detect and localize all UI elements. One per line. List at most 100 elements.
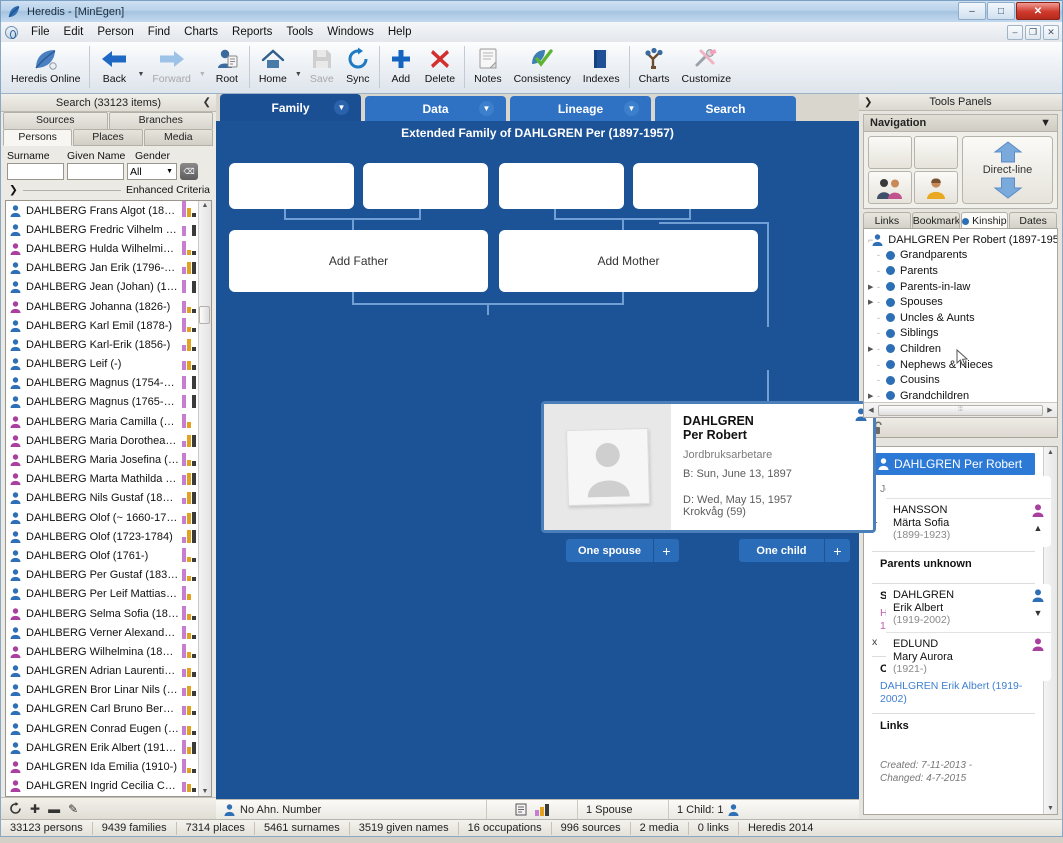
toolbar-root[interactable]: Root [208, 44, 246, 87]
chevron-down-icon[interactable]: ▼ [334, 100, 349, 115]
tab-kinship[interactable]: Kinship [960, 212, 1009, 228]
arrow-down-icon[interactable] [991, 177, 1025, 199]
nav-child-cell[interactable] [914, 171, 958, 204]
minimize-button[interactable]: – [958, 2, 986, 20]
child-expand-icon[interactable]: ▼ [1034, 608, 1043, 618]
arrow-up-icon[interactable] [991, 141, 1025, 163]
scroll-left-icon[interactable]: ◀ [864, 406, 878, 414]
person-list-item[interactable]: DAHLBERG Per Gustaf (1832-) [6, 566, 198, 585]
person-photo-area[interactable] [544, 404, 671, 530]
refresh-icon[interactable] [9, 802, 22, 815]
add-father-box[interactable]: Add Father [229, 230, 488, 292]
menu-reports[interactable]: Reports [225, 24, 279, 40]
person-list-item[interactable]: DAHLBERG Maria Camilla (1969-) [6, 412, 198, 431]
person-list[interactable]: DAHLBERG Frans Algot (1889-) DAHLBERG Fre… [6, 201, 198, 796]
forward-dropdown-icon[interactable]: ▼ [199, 57, 206, 78]
scroll-up-icon[interactable]: ▲ [202, 202, 209, 209]
toolbar-consistency[interactable]: Consistency [508, 44, 577, 87]
tab-family[interactable]: Family ▼ [220, 94, 361, 121]
back-dropdown-icon[interactable]: ▼ [137, 57, 144, 78]
person-list-item[interactable]: DAHLBERG Marta Mathilda (18... [6, 470, 198, 489]
person-list-item[interactable]: DAHLBERG Fredric Vilhelm (18... [6, 220, 198, 239]
scrollbar-thumb[interactable] [199, 306, 210, 324]
add-child-icon[interactable]: + [823, 539, 850, 562]
expand-triangle-icon[interactable]: ▶ [868, 392, 877, 400]
add-spouse-icon[interactable]: + [652, 539, 679, 562]
expand-triangle-icon[interactable]: ▶ [868, 345, 877, 353]
toolbar-forward[interactable]: Forward [146, 44, 197, 87]
expand-triangle-icon[interactable]: ▶ [868, 298, 877, 306]
person-list-item[interactable]: DAHLBERG Wilhelmina (1864-) [6, 642, 198, 661]
tab-media[interactable]: Media [143, 129, 213, 146]
person-list-item[interactable]: DAHLBERG Karl-Erik (1856-) [6, 335, 198, 354]
surname-input[interactable] [7, 163, 64, 180]
tab-bookmarks[interactable]: Bookmarks [911, 212, 960, 228]
mdi-minimize-button[interactable]: – [1007, 24, 1023, 40]
menu-help[interactable]: Help [381, 24, 419, 40]
menu-file[interactable]: File [24, 24, 57, 40]
grandfather-paternal-box[interactable] [229, 163, 354, 209]
nav-couple-cell[interactable] [868, 171, 912, 204]
person-list-item[interactable]: DAHLBERG Frans Algot (1889-) [6, 201, 198, 220]
kinship-horizontal-scrollbar[interactable]: ◀ ⦙⦙⦙ ▶ [864, 402, 1057, 417]
tab-search[interactable]: Search [655, 96, 796, 121]
person-list-item[interactable]: DAHLBERG Karl Emil (1878-) [6, 316, 198, 335]
spouse-entry[interactable]: HANSSON Märta Sofia (1899-1923) ▲ [886, 498, 1051, 547]
toolbar-delete[interactable]: Delete [419, 44, 461, 87]
kinship-item[interactable]: ⌐ DAHLGREN Per Robert (1897-1957) [868, 232, 1057, 248]
close-button[interactable]: ✕ [1016, 2, 1060, 20]
menu-windows[interactable]: Windows [320, 24, 381, 40]
person-list-item[interactable]: DAHLBERG Maria Dorothea (17... [6, 431, 198, 450]
grandmother-paternal-box[interactable] [363, 163, 488, 209]
spouse-card[interactable]: HANSSON Märta Sofia (1899-1923) ▲ [886, 476, 1051, 547]
toolbar-charts[interactable]: Charts [633, 44, 676, 87]
person-list-item[interactable]: DAHLBERG Verner Alexander (... [6, 623, 198, 642]
tab-places[interactable]: Places [73, 129, 143, 146]
chevron-down-icon[interactable]: ▼ [479, 101, 494, 116]
person-list-item[interactable]: DAHLGREN Bror Linar Nils (18... [6, 681, 198, 700]
add-icon[interactable]: ✚ [30, 802, 40, 816]
expand-criteria-icon[interactable]: ❯ [9, 184, 18, 196]
tab-lineage[interactable]: Lineage ▼ [510, 96, 651, 121]
edit-icon[interactable]: ✎ [68, 802, 78, 816]
clear-filters-button[interactable]: ⌫ [180, 163, 198, 180]
person-list-item[interactable]: DAHLGREN Erik Albert (1919-2... [6, 738, 198, 757]
detail-child-link[interactable]: DAHLGREN Erik Albert (1919-2002) [880, 680, 1035, 705]
app-menu-icon[interactable] [5, 25, 18, 39]
person-list-item[interactable]: DAHLBERG Jean (Johan) (176... [6, 278, 198, 297]
bar-chart-icon[interactable] [535, 803, 549, 816]
person-list-item[interactable]: DAHLGREN Ingrid Cecilia Charl... [6, 777, 198, 796]
person-list-item[interactable]: DAHLBERG Jan Erik (1796-1861) [6, 259, 198, 278]
person-list-scrollbar[interactable]: ▲ ▼ [198, 201, 211, 796]
kinship-item[interactable]: - Cousins [868, 372, 1057, 388]
menu-person[interactable]: Person [90, 24, 140, 40]
nav-mother-cell[interactable] [914, 136, 958, 169]
tab-persons[interactable]: Persons [3, 129, 73, 146]
person-list-item[interactable]: DAHLGREN Conrad Eugen (18... [6, 719, 198, 738]
grandfather-maternal-box[interactable] [499, 163, 624, 209]
kinship-item[interactable]: - Siblings [868, 326, 1057, 342]
kinship-list[interactable]: ⌐ DAHLGREN Per Robert (1897-1957) - Grandpa… [864, 229, 1057, 404]
scroll-right-icon[interactable]: ▶ [1043, 406, 1057, 414]
chevron-down-icon[interactable]: ▼ [1040, 117, 1051, 129]
scrollbar-track[interactable]: ⦙⦙⦙ [878, 404, 1043, 416]
remove-icon[interactable]: ▬ [48, 802, 60, 816]
toolbar-customize[interactable]: Customize [676, 44, 738, 87]
children-card[interactable]: DAHLGREN Erik Albert (1919-2002) ▼ EDLUN… [886, 584, 1051, 681]
toolbar-home[interactable]: Home [253, 44, 293, 87]
direct-line-button[interactable]: Direct-line [962, 136, 1053, 204]
nav-father-cell[interactable] [868, 136, 912, 169]
person-list-item[interactable]: DAHLBERG Per Leif Mattias (1... [6, 585, 198, 604]
one-child-button[interactable]: One child + [738, 539, 850, 562]
home-dropdown-icon[interactable]: ▼ [295, 57, 302, 78]
tab-branches[interactable]: Branches [108, 112, 213, 129]
grandmother-maternal-box[interactable] [633, 163, 758, 209]
person-list-item[interactable]: DAHLBERG Johanna (1826-) [6, 297, 198, 316]
menu-tools[interactable]: Tools [279, 24, 320, 40]
collapse-panel-icon[interactable]: ❮ [203, 97, 211, 108]
person-list-item[interactable]: DAHLBERG Nils Gustaf (1828-... [6, 489, 198, 508]
document-icon[interactable] [515, 803, 527, 816]
toolbar-save[interactable]: Save [304, 44, 340, 87]
person-list-item[interactable]: DAHLBERG Magnus (1754-1755) [6, 374, 198, 393]
tab-dates[interactable]: Dates [1009, 212, 1057, 228]
